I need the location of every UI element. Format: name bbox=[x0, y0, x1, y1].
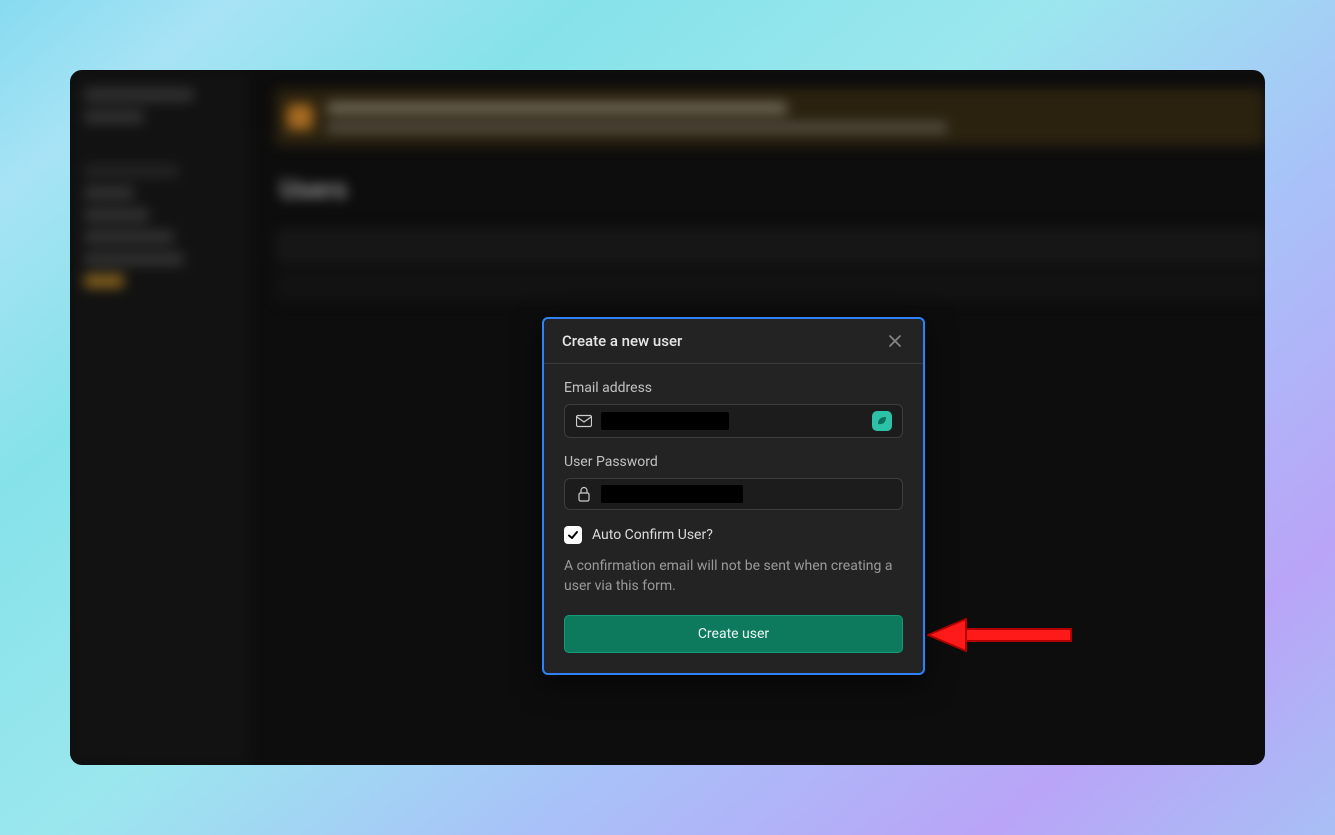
mail-icon bbox=[575, 412, 593, 430]
users-toolbar bbox=[275, 228, 1265, 264]
create-user-modal: Create a new user Email address User Pas… bbox=[542, 317, 925, 675]
password-label: User Password bbox=[564, 454, 903, 470]
surfshark-icon bbox=[872, 411, 892, 431]
lock-icon bbox=[575, 485, 593, 503]
create-user-button[interactable]: Create user bbox=[564, 615, 903, 653]
password-value-redacted bbox=[601, 485, 743, 503]
app-window: Users Create a new user Email address bbox=[70, 70, 1265, 765]
modal-title: Create a new user bbox=[562, 332, 682, 350]
warning-banner bbox=[275, 88, 1265, 146]
close-icon[interactable] bbox=[885, 331, 905, 351]
email-label: Email address bbox=[564, 380, 903, 396]
auto-confirm-label: Auto Confirm User? bbox=[592, 527, 713, 543]
page-heading: Users bbox=[280, 175, 347, 205]
password-field[interactable] bbox=[564, 478, 903, 510]
confirmation-hint: A confirmation email will not be sent wh… bbox=[564, 556, 903, 597]
email-value-redacted bbox=[601, 412, 729, 430]
users-table-header bbox=[275, 270, 1265, 302]
auto-confirm-checkbox[interactable] bbox=[564, 526, 582, 544]
auto-confirm-row: Auto Confirm User? bbox=[564, 526, 903, 544]
sidebar bbox=[70, 70, 250, 765]
email-field[interactable] bbox=[564, 404, 903, 438]
modal-body: Email address User Password bbox=[544, 364, 923, 673]
modal-header: Create a new user bbox=[544, 319, 923, 364]
